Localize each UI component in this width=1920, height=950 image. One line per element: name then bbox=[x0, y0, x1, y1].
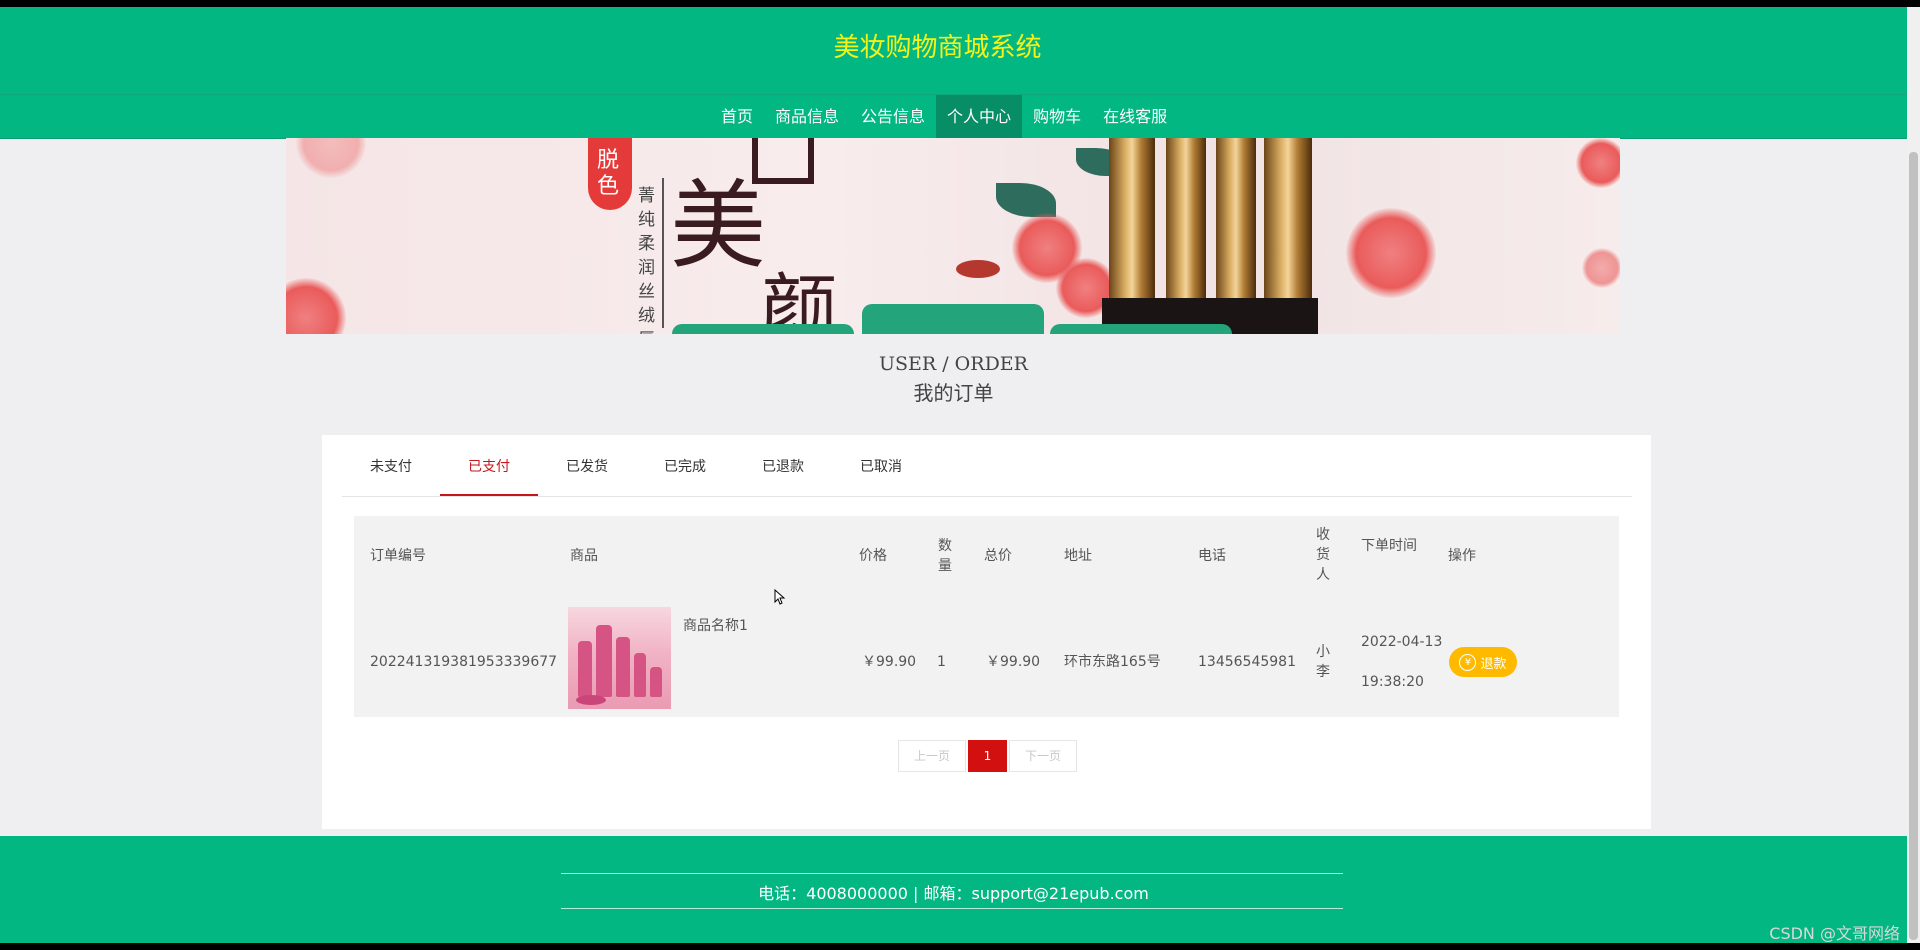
site-title: 美妆购物商城系统 bbox=[833, 33, 1042, 63]
cell-quantity: 1 bbox=[937, 654, 946, 670]
cell-address: 环市东路165号 bbox=[1064, 654, 1161, 670]
flower-decoration bbox=[1576, 138, 1620, 188]
main-nav: 首页 商品信息 公告信息 个人中心 购物车 在线客服 bbox=[0, 94, 1907, 139]
cell-order-date: 2022-04-13 bbox=[1361, 634, 1443, 650]
banner-big-text-2: 颜 bbox=[760, 266, 839, 334]
header-quantity: 数量 bbox=[938, 538, 952, 574]
banner-tag-text: 脱色 bbox=[597, 148, 620, 199]
nav-announcements[interactable]: 公告信息 bbox=[850, 95, 936, 138]
cell-product-name[interactable]: 商品名称1 bbox=[683, 616, 748, 636]
tab-refunded[interactable]: 已退款 bbox=[734, 435, 832, 495]
page: 美妆购物商城系统 首页 商品信息 公告信息 个人中心 购物车 在线客服 脱色 菁… bbox=[0, 7, 1907, 943]
header-product: 商品 bbox=[570, 548, 598, 564]
nav-cart[interactable]: 购物车 bbox=[1022, 95, 1092, 138]
banner-tab-shape bbox=[1050, 324, 1232, 334]
section-title-cn: 我的订单 bbox=[913, 381, 994, 405]
promo-banner: 脱色 菁纯柔润丝绒唇 美 颜 bbox=[286, 138, 1620, 334]
site-footer: 电话：4008000000 | 邮箱：support@21epub.com bbox=[0, 836, 1907, 943]
nav-home[interactable]: 首页 bbox=[710, 95, 764, 138]
refund-button-label: 退款 bbox=[1480, 656, 1507, 672]
header-total: 总价 bbox=[984, 548, 1012, 564]
cell-order-no: 202241319381953339677 bbox=[370, 654, 558, 670]
footer-divider bbox=[561, 908, 1343, 909]
banner-tab-shape bbox=[862, 304, 1044, 334]
header-order-no: 订单编号 bbox=[370, 548, 426, 564]
cell-order-clock: 19:38:20 bbox=[1361, 674, 1424, 690]
banner-vertical-text: 菁纯柔润丝绒唇 bbox=[638, 186, 655, 334]
site-header: 美妆购物商城系统 bbox=[0, 7, 1907, 94]
section-title-en: USER / ORDER bbox=[879, 353, 1028, 375]
orders-panel: 未支付 已支付 已发货 已完成 已退款 已取消 订单编号 商品 价格 数量 总价… bbox=[322, 435, 1651, 829]
tab-completed[interactable]: 已完成 bbox=[636, 435, 734, 495]
pagination: 上一页 1 下一页 bbox=[898, 740, 1077, 772]
nav-personal-center[interactable]: 个人中心 bbox=[936, 95, 1023, 138]
banner-divider bbox=[662, 178, 664, 328]
nav-products[interactable]: 商品信息 bbox=[764, 95, 850, 138]
tab-paid[interactable]: 已支付 bbox=[440, 435, 538, 496]
nav-customer-service[interactable]: 在线客服 bbox=[1092, 95, 1178, 138]
page-scrollbar[interactable] bbox=[1907, 7, 1920, 943]
flower-decoration bbox=[1346, 208, 1436, 298]
tab-cancelled[interactable]: 已取消 bbox=[832, 435, 930, 495]
cell-receiver: 小李 bbox=[1316, 644, 1330, 680]
watermark-text: CSDN @文哥网络 bbox=[1769, 924, 1900, 943]
next-page-button[interactable]: 下一页 bbox=[1009, 740, 1077, 772]
banner-char-fragment bbox=[752, 138, 814, 184]
mouse-cursor-icon bbox=[774, 589, 786, 605]
banner-tag: 脱色 bbox=[588, 138, 632, 210]
scrollbar-thumb[interactable] bbox=[1909, 152, 1918, 940]
cell-phone: 13456545981 bbox=[1198, 654, 1296, 670]
header-address: 地址 bbox=[1064, 548, 1092, 564]
footer-contact: 电话：4008000000 | 邮箱：support@21epub.com bbox=[758, 884, 1149, 903]
header-price: 价格 bbox=[859, 548, 887, 564]
tab-shipped[interactable]: 已发货 bbox=[538, 435, 636, 495]
footer-divider bbox=[561, 873, 1343, 874]
flower-decoration bbox=[1582, 248, 1620, 288]
header-order-time: 下单时间 bbox=[1361, 538, 1417, 554]
prev-page-button[interactable]: 上一页 bbox=[898, 740, 966, 772]
order-status-tabs: 未支付 已支付 已发货 已完成 已退款 已取消 bbox=[342, 435, 1632, 497]
flower-decoration bbox=[296, 138, 366, 178]
header-receiver: 收货人 bbox=[1316, 527, 1330, 583]
header-action: 操作 bbox=[1448, 548, 1476, 564]
header-phone: 电话 bbox=[1198, 548, 1226, 564]
page-number-current[interactable]: 1 bbox=[968, 740, 1007, 772]
cell-total: ￥99.90 bbox=[986, 654, 1041, 670]
refund-button[interactable]: ¥ 退款 bbox=[1449, 647, 1517, 677]
tab-unpaid[interactable]: 未支付 bbox=[342, 435, 440, 495]
bird-icon bbox=[956, 260, 1000, 278]
orders-table: 订单编号 商品 价格 数量 总价 地址 电话 收货人 下单时间 操作 20224… bbox=[354, 516, 1619, 717]
product-thumbnail[interactable] bbox=[568, 607, 671, 709]
leaf-decoration bbox=[996, 183, 1056, 217]
yen-icon: ¥ bbox=[1459, 653, 1477, 671]
cell-price: ￥99.90 bbox=[862, 654, 917, 670]
banner-tab-shape bbox=[672, 324, 854, 334]
flower-decoration bbox=[286, 278, 346, 334]
